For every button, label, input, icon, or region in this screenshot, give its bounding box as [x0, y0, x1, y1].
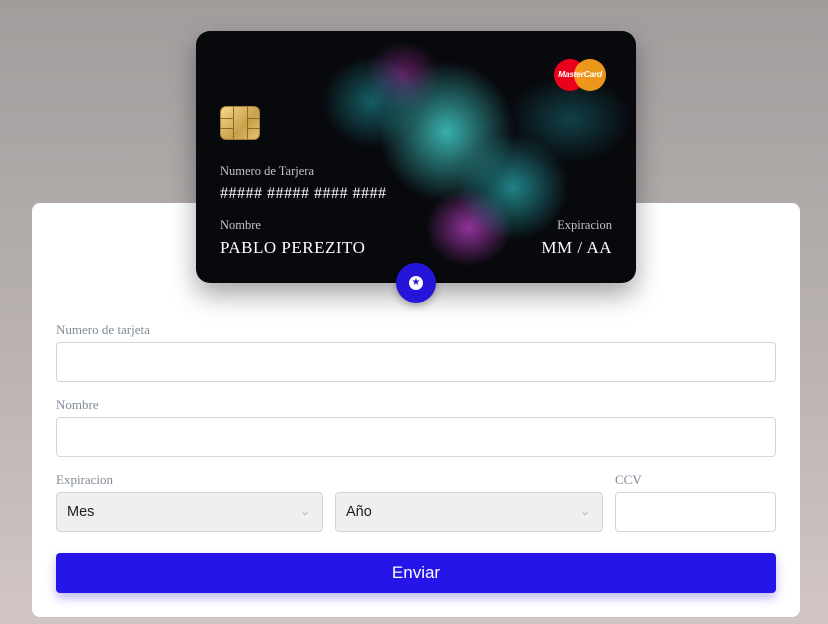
star-icon: ★: [409, 276, 423, 290]
month-select[interactable]: Mes ⌄: [56, 492, 323, 532]
card-name-display: PABLO PEREZITO: [220, 238, 366, 257]
ccv-input[interactable]: [615, 492, 776, 532]
brand-text: MasterCard: [558, 69, 602, 79]
card-expiry-display: MM / AA: [541, 238, 612, 257]
name-label: Nombre: [56, 397, 99, 412]
month-select-value: Mes: [67, 504, 95, 520]
year-select[interactable]: Año ⌄: [335, 492, 603, 532]
card-number-label: Numero de tarjeta: [56, 322, 150, 337]
year-select-value: Año: [346, 504, 372, 520]
card-number-display: ##### ##### #### ####: [220, 185, 387, 202]
card-flip-button[interactable]: ★: [396, 263, 436, 303]
mastercard-logo-icon: MasterCard: [554, 59, 606, 91]
card-chip-icon: [220, 106, 260, 140]
chevron-down-icon: ⌄: [299, 504, 310, 518]
name-input[interactable]: [56, 417, 776, 457]
card-name-label: Nombre: [220, 218, 261, 232]
expiry-label: Expiracion: [56, 472, 114, 487]
submit-button[interactable]: Enviar: [56, 553, 776, 593]
card-number-input[interactable]: [56, 342, 776, 382]
credit-card-preview[interactable]: MasterCard Numero de Tarjera ##### #####…: [196, 31, 636, 283]
card-number-label: Numero de Tarjera: [220, 164, 314, 178]
chevron-down-icon: ⌄: [579, 504, 590, 518]
card-expiry-label: Expiracion: [557, 218, 612, 232]
ccv-label: CCV: [615, 472, 642, 487]
